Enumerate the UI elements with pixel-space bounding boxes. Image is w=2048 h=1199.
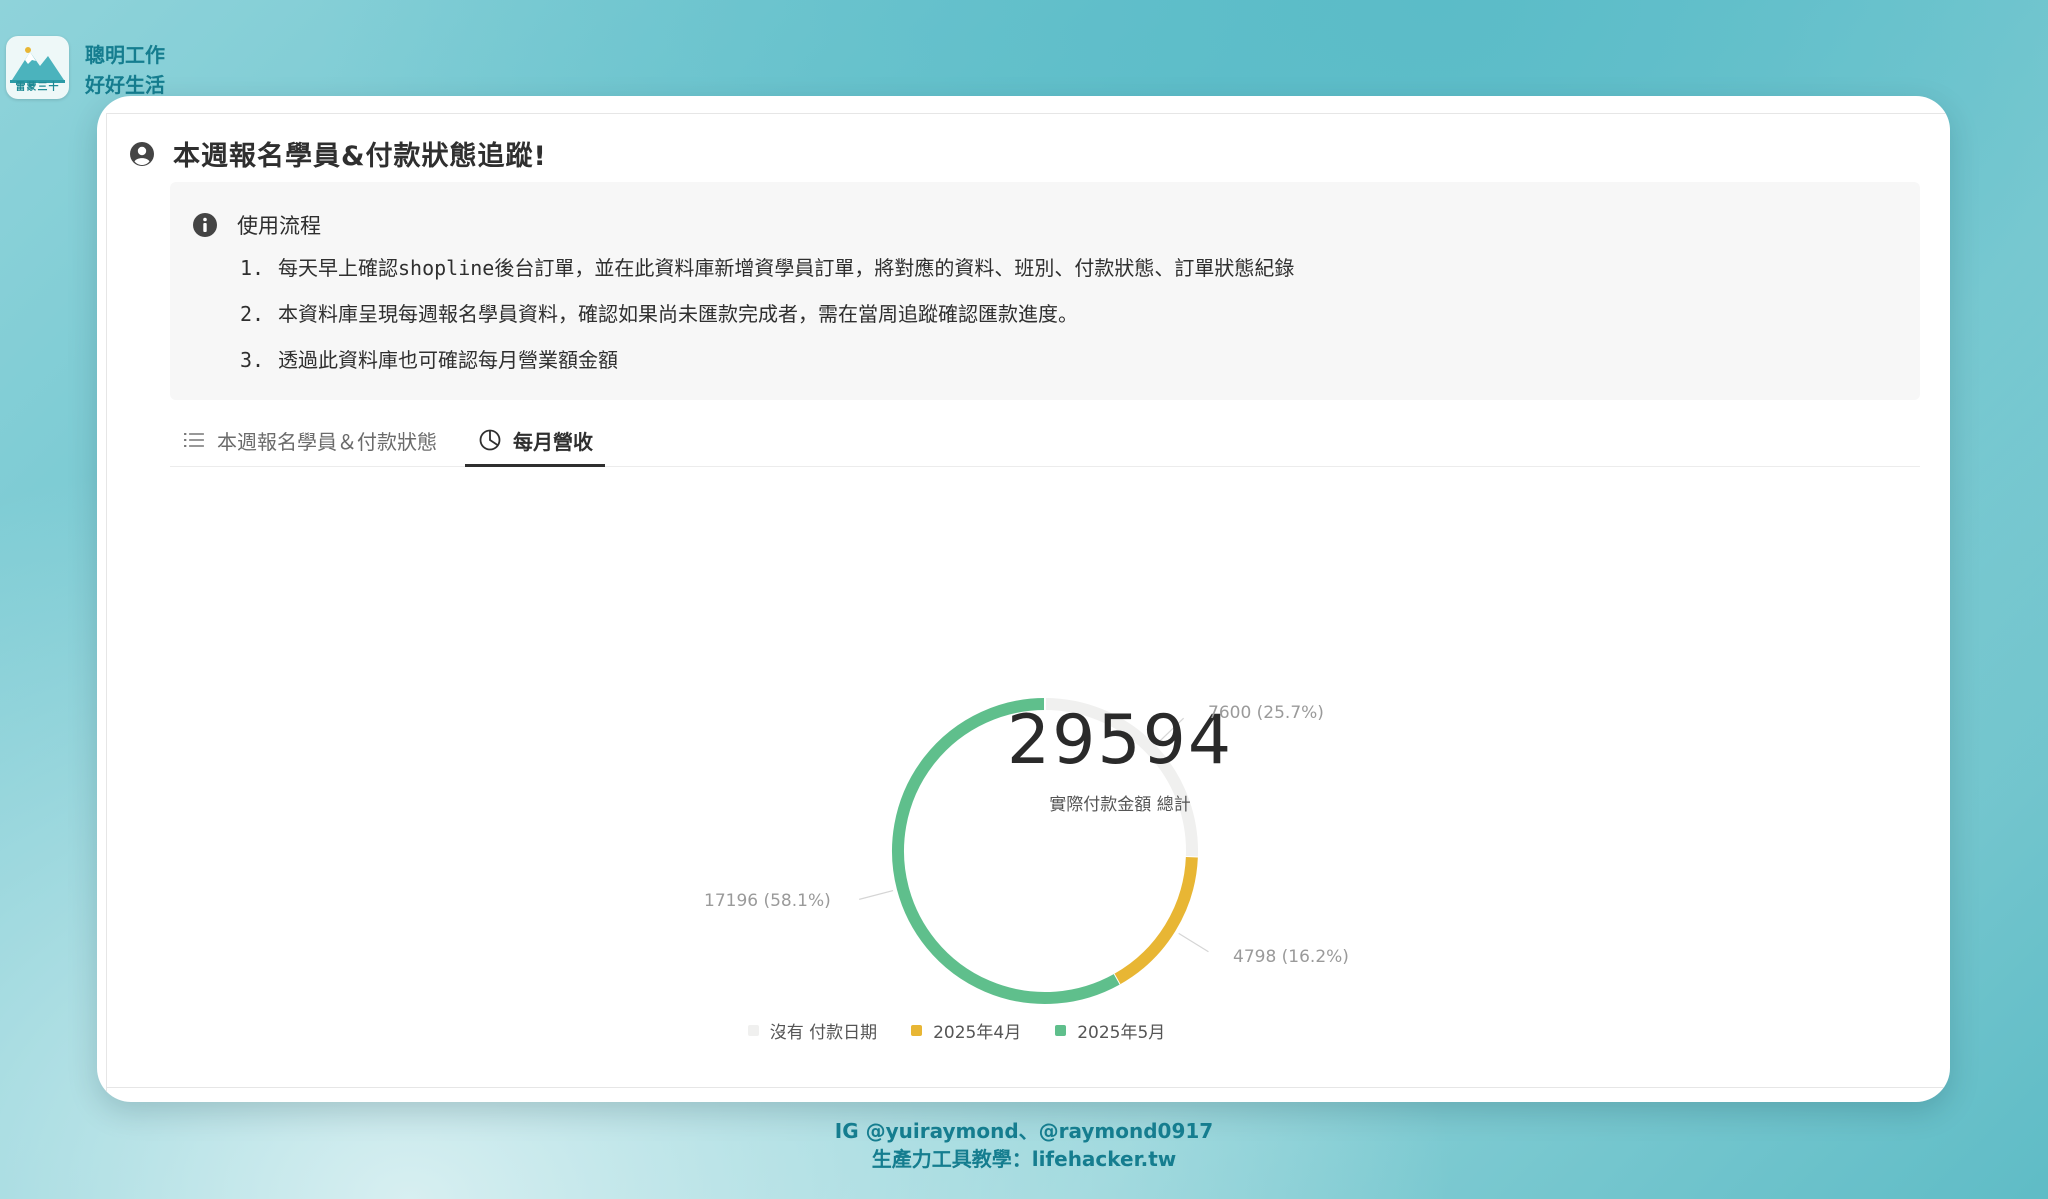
info-icon [193,213,217,237]
active-tab-underline [465,464,605,467]
donut-slice-april[interactable] [1113,856,1198,985]
legend-swatch [1055,1025,1067,1036]
slice-label-may: 17196 (58.1%) [704,891,831,911]
footer-social: IG @yuiraymond、@raymond0917 [834,1119,1214,1143]
user-circle-icon [130,141,154,166]
legend-swatch [911,1025,923,1036]
list-item: 3. 透過此資料庫也可確認每月營業額金額 [240,348,618,372]
chart-legend: 沒有 付款日期 2025年4月 2025年5月 [97,1018,1950,1043]
chart-legend-items: 沒有 付款日期 2025年4月 2025年5月 [747,1018,1200,1043]
usage-callout: 使用流程 1. 每天早上確認shopline後台訂單，並在此資料庫新增資學員訂單，… [170,182,1920,400]
brand: 雷蒙三十 聰明工作 好好生活 [6,36,165,100]
window-top-border [107,113,1950,114]
tab-monthly-revenue[interactable]: 每月營收 [465,414,605,467]
brand-line-1: 聰明工作 [85,43,165,67]
leader-line-april [1178,932,1209,953]
legend-item-may[interactable]: 2025年5月 [1055,1018,1165,1043]
legend-label: 2025年5月 [1077,1023,1166,1043]
callout-title: 使用流程 [237,214,321,238]
slice-label-april: 4798 (16.2%) [1233,947,1349,967]
legend-swatch [747,1025,759,1036]
tab-label: 本週報名學員＆付款狀態 [217,429,437,454]
list-item: 2. 本資料庫呈現每週報名學員資料，確認如果尚未匯款完成者，需在當周追蹤確認匯款進… [240,302,1078,326]
step-text: 透過此資料庫也可確認每月營業額金額 [278,348,618,372]
brand-logo-caption: 雷蒙三十 [15,82,60,93]
legend-label: 沒有 付款日期 [769,1023,878,1043]
footer-site: 生產力工具教學：lifehacker.tw [871,1147,1177,1171]
tab-weekly-students[interactable]: 本週報名學員＆付款狀態 [182,414,437,466]
view-tabs: 本週報名學員＆付款狀態 每月營收 [170,414,1920,467]
list-icon [184,433,204,447]
leader-line-may [859,889,894,900]
donut-chart: 29594 實際付款金額 總計 7600 (25.7%) 4798 (16.2%… [97,496,1950,1056]
slice-label-no-date: 7600 (25.7%) [1208,703,1324,723]
legend-item-april[interactable]: 2025年4月 [911,1018,1021,1043]
callout-header: 使用流程 [192,210,321,240]
step-text: 每天早上確認shopline後台訂單，並在此資料庫新增資學員訂單，將對應的資料、… [278,256,1295,280]
usage-steps-list: 1. 每天早上確認shopline後台訂單，並在此資料庫新增資學員訂單，將對應的資… [240,245,1294,383]
brand-logo: 雷蒙三十 [6,36,69,99]
brand-tagline: 聰明工作 好好生活 [85,40,165,100]
window-bottom-border [107,1087,1950,1088]
legend-label: 2025年4月 [933,1023,1022,1043]
page-title: 本週報名學員&付款狀態追蹤! [173,141,547,172]
step-text: 本資料庫呈現每週報名學員資料，確認如果尚未匯款完成者，需在當周追蹤確認匯款進度。 [278,302,1078,326]
legend-item-no-date[interactable]: 沒有 付款日期 [747,1018,878,1043]
tab-label: 每月營收 [513,429,593,454]
footer-credits: IG @yuiraymond、@raymond0917 生產力工具教學：life… [0,1117,2048,1173]
page-heading: 本週報名學員&付款狀態追蹤! [129,134,547,173]
chart-total-label: 實際付款金額 總計 [1049,795,1191,815]
notion-window: 本週報名學員&付款狀態追蹤! 使用流程 1. 每天早上確認shopline後台訂單… [97,96,1950,1102]
list-item: 1. 每天早上確認shopline後台訂單，並在此資料庫新增資學員訂單，將對應的資… [240,256,1295,280]
pie-chart-icon [479,429,501,451]
